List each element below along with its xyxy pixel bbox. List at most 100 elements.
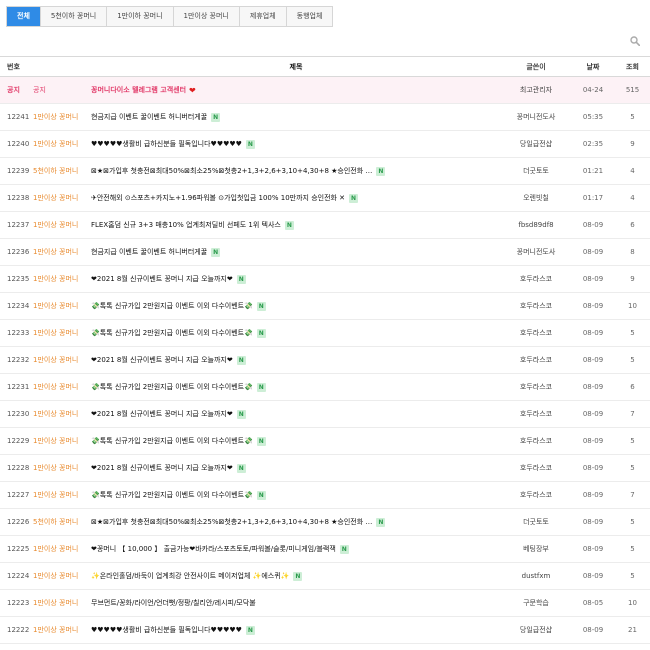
notice-title[interactable]: 꽁머니다이소 텔레그램 고객센터 — [91, 85, 186, 95]
row-title-cell[interactable]: 현금지급 이벤트 꿀이벤트 허니버터게꿀 N — [91, 112, 501, 122]
table-row[interactable]: 12222 1만이상 꽁머니 ♥♥♥♥♥생활비 급하신분들 필독입니다♥♥♥♥♥ N 당… — [0, 617, 650, 644]
search-icon[interactable] — [630, 36, 640, 46]
table-row[interactable]: 12228 1만이상 꽁머니 ❤2021 8월 신규이벤트 꽁머니 지급 오늘까지❤… — [0, 455, 650, 482]
table-row[interactable]: 12238 1만이상 꽁머니 ✈안전해외 ⊙스포츠+카지노+1.96파워볼 ⊙가입첫… — [0, 185, 650, 212]
row-title-cell[interactable]: ✨온라인홀덤/바둑이 업계최강 안전사이트 메이저업체 ✨에스퀴✨ N — [91, 571, 501, 581]
row-writer[interactable]: fbsd89df8 — [501, 221, 571, 229]
row-category[interactable]: 1만이상 꽁머니 — [28, 139, 91, 149]
row-category[interactable]: 1만이상 꽁머니 — [28, 274, 91, 284]
table-row[interactable]: 12223 1만이상 꽁머니 무브먼트/꽁화/라이언/언더뻣/정팡/칠리안/레시피/… — [0, 590, 650, 617]
row-category[interactable]: 1만이상 꽁머니 — [28, 625, 91, 635]
tab-2[interactable]: 1만이하 꽁머니 — [107, 7, 174, 26]
row-writer[interactable]: 꽁머니전도사 — [501, 247, 571, 257]
notice-title-cell[interactable]: 꽁머니다이소 텔레그램 고객센터 ❤ — [91, 85, 501, 95]
row-category[interactable]: 1만이상 꽁머니 — [28, 571, 91, 581]
row-title[interactable]: 현금지급 이벤트 꿀이벤트 허니버터게꿀 — [91, 112, 207, 122]
row-category[interactable]: 1만이상 꽁머니 — [28, 598, 91, 608]
row-title-cell[interactable]: ❤2021 8월 신규이벤트 꽁머니 지급 오늘까지❤ N — [91, 274, 501, 284]
tab-5[interactable]: 동행업체 — [286, 7, 334, 26]
row-writer[interactable]: 베팅장부 — [501, 544, 571, 554]
row-title-cell[interactable]: ♥♥♥♥♥생활비 급하신분들 필독입니다♥♥♥♥♥ N — [91, 139, 501, 149]
row-writer[interactable]: 호두라스코 — [501, 382, 571, 392]
table-row[interactable]: 12241 1만이상 꽁머니 현금지급 이벤트 꿀이벤트 허니버터게꿀 N 꽁머니전도사… — [0, 104, 650, 131]
table-row[interactable]: 12226 5천이하 꽁머니 ⊠★⊠가입후 첫충전⊠최대50%⊠최소25%⊠첫충2+… — [0, 509, 650, 536]
row-writer[interactable]: 호두라스코 — [501, 436, 571, 446]
row-category[interactable]: 5천이하 꽁머니 — [28, 166, 91, 176]
row-title[interactable]: ❤2021 8월 신규이벤트 꽁머니 지급 오늘까지❤ — [91, 409, 233, 419]
table-row[interactable]: 12231 1만이상 꽁머니 💸톡톡 신규가입 2만원지급 이벤트 이외 다수이벤트… — [0, 374, 650, 401]
row-writer[interactable]: 당일급전샵 — [501, 139, 571, 149]
row-writer[interactable]: 구문학습 — [501, 598, 571, 608]
row-writer[interactable]: 호두라스코 — [501, 328, 571, 338]
row-writer[interactable]: 오렌빗칠 — [501, 193, 571, 203]
row-title-cell[interactable]: ❤2021 8월 신규이벤트 꽁머니 지급 오늘까지❤ N — [91, 409, 501, 419]
table-row[interactable]: 12233 1만이상 꽁머니 💸톡톡 신규가입 2만원지급 이벤트 이외 다수이벤트… — [0, 320, 650, 347]
table-row[interactable]: 12232 1만이상 꽁머니 ❤2021 8월 신규이벤트 꽁머니 지급 오늘까지❤… — [0, 347, 650, 374]
row-category[interactable]: 1만이상 꽁머니 — [28, 409, 91, 419]
row-title[interactable]: ❤2021 8월 신규이벤트 꽁머니 지급 오늘까지❤ — [91, 355, 233, 365]
row-title-cell[interactable]: ⊠★⊠가입후 첫충전⊠최대50%⊠최소25%⊠첫충2+1,3+2,6+3,10+… — [91, 517, 501, 527]
row-title-cell[interactable]: 무브먼트/꽁화/라이언/언더뻣/정팡/칠리안/레시피/모닥불 — [91, 598, 501, 608]
row-category[interactable]: 1만이상 꽁머니 — [28, 436, 91, 446]
row-writer[interactable]: 꽁머니전도사 — [501, 112, 571, 122]
row-title[interactable]: ⊠★⊠가입후 첫충전⊠최대50%⊠최소25%⊠첫충2+1,3+2,6+3,10+… — [91, 517, 372, 527]
row-title-cell[interactable]: 💸톡톡 신규가입 2만원지급 이벤트 이외 다수이벤트💸 N — [91, 328, 501, 338]
table-row[interactable]: 12229 1만이상 꽁머니 💸톡톡 신규가입 2만원지급 이벤트 이외 다수이벤트… — [0, 428, 650, 455]
row-title[interactable]: 💸톡톡 신규가입 2만원지급 이벤트 이외 다수이벤트💸 — [91, 382, 253, 392]
row-category[interactable]: 1만이상 꽁머니 — [28, 301, 91, 311]
row-title-cell[interactable]: 💸톡톡 신규가입 2만원지급 이벤트 이외 다수이벤트💸 N — [91, 436, 501, 446]
row-writer[interactable]: 호두라스코 — [501, 274, 571, 284]
row-title[interactable]: 💸톡톡 신규가입 2만원지급 이벤트 이외 다수이벤트💸 — [91, 436, 253, 446]
row-writer[interactable]: 호두라스코 — [501, 409, 571, 419]
row-title-cell[interactable]: ⊠★⊠가입후 첫충전⊠최대50%⊠최소25%⊠첫충2+1,3+2,6+3,10+… — [91, 166, 501, 176]
row-writer[interactable]: 호두라스코 — [501, 355, 571, 365]
table-row[interactable]: 12236 1만이상 꽁머니 현금지급 이벤트 꿀이벤트 허니버터게꿀 N 꽁머니전도사… — [0, 239, 650, 266]
tab-4[interactable]: 제휴업체 — [239, 7, 287, 26]
row-title[interactable]: ♥♥♥♥♥생활비 급하신분들 필독입니다♥♥♥♥♥ — [91, 139, 242, 149]
notice-writer[interactable]: 최고관리자 — [501, 85, 571, 95]
tab-1[interactable]: 5천이하 꽁머니 — [40, 7, 108, 26]
row-title-cell[interactable]: 💸톡톡 신규가입 2만원지급 이벤트 이외 다수이벤트💸 N — [91, 490, 501, 500]
row-title-cell[interactable]: ✈안전해외 ⊙스포츠+카지노+1.96파워볼 ⊙가입첫입금 100% 10만까지… — [91, 193, 501, 203]
tab-3[interactable]: 1만이상 꽁머니 — [173, 7, 240, 26]
row-title[interactable]: ✈안전해외 ⊙스포츠+카지노+1.96파워볼 ⊙가입첫입금 100% 10만까지… — [91, 193, 345, 203]
row-title-cell[interactable]: 현금지급 이벤트 꿀이벤트 허니버터게꿀 N — [91, 247, 501, 257]
table-row[interactable]: 12235 1만이상 꽁머니 ❤2021 8월 신규이벤트 꽁머니 지급 오늘까지❤… — [0, 266, 650, 293]
table-row[interactable]: 12240 1만이상 꽁머니 ♥♥♥♥♥생활비 급하신분들 필독입니다♥♥♥♥♥ N 당… — [0, 131, 650, 158]
row-writer[interactable]: 더굿토토 — [501, 166, 571, 176]
row-title[interactable]: 💸톡톡 신규가입 2만원지급 이벤트 이외 다수이벤트💸 — [91, 328, 253, 338]
table-row[interactable]: 12239 5천이하 꽁머니 ⊠★⊠가입후 첫충전⊠최대50%⊠최소25%⊠첫충2+… — [0, 158, 650, 185]
row-title[interactable]: ♥♥♥♥♥생활비 급하신분들 필독입니다♥♥♥♥♥ — [91, 625, 242, 635]
row-title-cell[interactable]: 💸톡톡 신규가입 2만원지급 이벤트 이외 다수이벤트💸 N — [91, 382, 501, 392]
row-category[interactable]: 1만이상 꽁머니 — [28, 355, 91, 365]
row-writer[interactable]: 호두라스코 — [501, 463, 571, 473]
notice-category[interactable]: 공지 — [28, 85, 91, 95]
table-row[interactable]: 12230 1만이상 꽁머니 ❤2021 8월 신규이벤트 꽁머니 지급 오늘까지❤… — [0, 401, 650, 428]
row-title-cell[interactable]: ❤꽁머니 【 10,000 】 출금가능❤바카라/스포츠토토/파워볼/슬롯/미니… — [91, 544, 501, 554]
row-writer[interactable]: 당일급전샵 — [501, 625, 571, 635]
row-title[interactable]: 현금지급 이벤트 꿀이벤트 허니버터게꿀 — [91, 247, 207, 257]
tab-0[interactable]: 전체 — [7, 7, 41, 26]
row-category[interactable]: 1만이상 꽁머니 — [28, 490, 91, 500]
table-row[interactable]: 12225 1만이상 꽁머니 ❤꽁머니 【 10,000 】 출금가능❤바카라/스포… — [0, 536, 650, 563]
table-row[interactable]: 12227 1만이상 꽁머니 💸톡톡 신규가입 2만원지급 이벤트 이외 다수이벤트… — [0, 482, 650, 509]
row-writer[interactable]: 호두라스코 — [501, 301, 571, 311]
row-category[interactable]: 1만이상 꽁머니 — [28, 247, 91, 257]
row-title-cell[interactable]: ❤2021 8월 신규이벤트 꽁머니 지급 오늘까지❤ N — [91, 463, 501, 473]
row-title[interactable]: ⊠★⊠가입후 첫충전⊠최대50%⊠최소25%⊠첫충2+1,3+2,6+3,10+… — [91, 166, 372, 176]
row-category[interactable]: 1만이상 꽁머니 — [28, 463, 91, 473]
row-writer[interactable]: 더굿토토 — [501, 517, 571, 527]
table-row[interactable]: 12237 1만이상 꽁머니 FLEX홈덤 신규 3+3 매충10% 업계최저딜비 … — [0, 212, 650, 239]
row-title-cell[interactable]: ♥♥♥♥♥생활비 급하신분들 필독입니다♥♥♥♥♥ N — [91, 625, 501, 635]
row-title-cell[interactable]: ❤2021 8월 신규이벤트 꽁머니 지급 오늘까지❤ N — [91, 355, 501, 365]
row-category[interactable]: 1만이상 꽁머니 — [28, 112, 91, 122]
row-category[interactable]: 1만이상 꽁머니 — [28, 193, 91, 203]
row-title[interactable]: ❤2021 8월 신규이벤트 꽁머니 지급 오늘까지❤ — [91, 274, 233, 284]
row-title[interactable]: 💸톡톡 신규가입 2만원지급 이벤트 이외 다수이벤트💸 — [91, 490, 253, 500]
row-category[interactable]: 1만이상 꽁머니 — [28, 544, 91, 554]
table-row[interactable]: 12224 1만이상 꽁머니 ✨온라인홀덤/바둑이 업계최강 안전사이트 메이저업체… — [0, 563, 650, 590]
row-title[interactable]: 💸톡톡 신규가입 2만원지급 이벤트 이외 다수이벤트💸 — [91, 301, 253, 311]
row-category[interactable]: 1만이상 꽁머니 — [28, 382, 91, 392]
notice-row[interactable]: 공지 공지 꽁머니다이소 텔레그램 고객센터 ❤ 최고관리자 04-24 515 — [0, 77, 650, 104]
row-title[interactable]: 무브먼트/꽁화/라이언/언더뻣/정팡/칠리안/레시피/모닥불 — [91, 598, 256, 608]
